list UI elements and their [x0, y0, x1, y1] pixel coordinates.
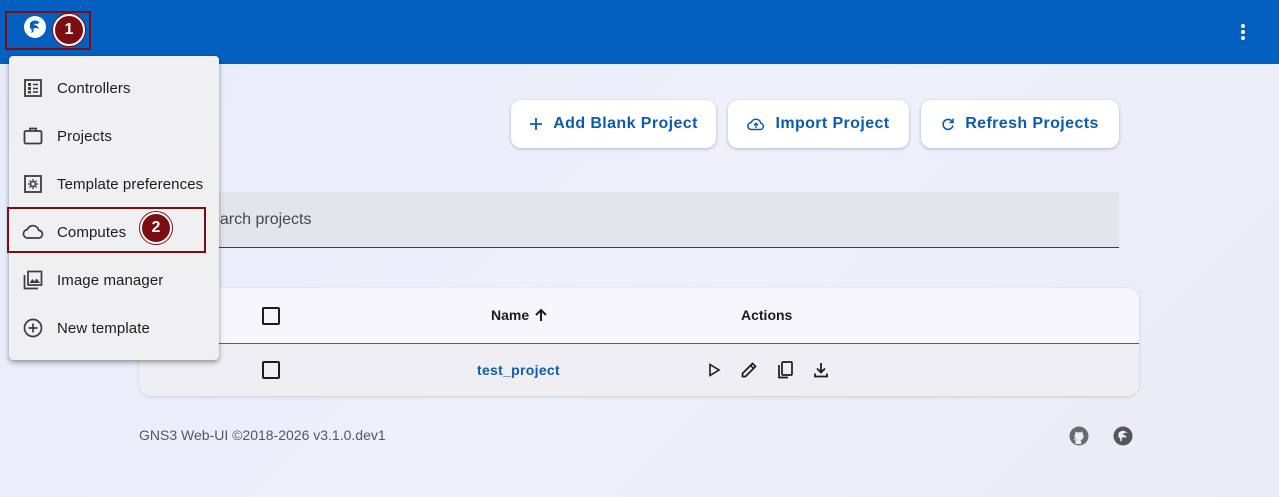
settings-box-icon: [22, 173, 44, 195]
menu-item-template-preferences[interactable]: Template preferences: [9, 160, 219, 208]
menu-item-label: Projects: [57, 127, 112, 145]
briefcase-icon: [22, 125, 44, 147]
import-project-label: Import Project: [775, 115, 890, 132]
search-placeholder: earch projects: [211, 211, 312, 228]
footer-version: GNS3 Web-UI ©2018-2026 v3.1.0.dev1: [139, 427, 386, 443]
annotation-box-2: [7, 207, 206, 253]
add-blank-project-label: Add Blank Project: [553, 115, 698, 132]
annotation-badge-1: 1: [53, 14, 85, 46]
annotation-badge-2: 2: [140, 212, 172, 244]
add-circle-icon: [22, 317, 44, 339]
project-link[interactable]: test_project: [477, 362, 560, 378]
refresh-projects-label: Refresh Projects: [965, 115, 1099, 132]
github-icon[interactable]: [1067, 424, 1091, 448]
column-header-name[interactable]: Name: [491, 307, 529, 323]
import-project-button[interactable]: Import Project: [728, 100, 909, 148]
select-all-checkbox[interactable]: [262, 307, 280, 325]
menu-item-label: Template preferences: [57, 175, 204, 193]
menu-item-controllers[interactable]: Controllers: [9, 64, 219, 112]
play-icon[interactable]: [702, 358, 726, 382]
edit-icon[interactable]: [737, 358, 761, 382]
menu-item-new-template[interactable]: New template: [9, 304, 219, 352]
menu-item-label: Controllers: [57, 79, 131, 97]
menu-item-projects[interactable]: Projects: [9, 112, 219, 160]
plus-icon: [530, 118, 543, 130]
column-header-name-label: Name: [491, 307, 530, 323]
refresh-icon: [942, 118, 955, 131]
row-checkbox[interactable]: [262, 361, 280, 379]
column-header-actions: Actions: [741, 307, 793, 323]
cloud-upload-icon: [747, 118, 765, 131]
projects-table: [139, 288, 1139, 396]
more-vert-icon[interactable]: [1231, 20, 1255, 44]
images-icon: [22, 269, 44, 291]
sort-arrow-up-icon: [533, 307, 549, 323]
menu-item-label: New template: [57, 319, 150, 337]
duplicate-icon[interactable]: [773, 358, 797, 382]
download-icon[interactable]: [809, 358, 833, 382]
top-toolbar: [0, 0, 1279, 64]
table-header-divider: [139, 343, 1139, 344]
menu-item-label: Image manager: [57, 271, 164, 289]
menu-item-image-manager[interactable]: Image manager: [9, 256, 219, 304]
gns3-logo-icon[interactable]: [1111, 424, 1135, 448]
table-row: [139, 344, 1139, 396]
refresh-projects-button[interactable]: Refresh Projects: [921, 100, 1119, 148]
add-blank-project-button[interactable]: Add Blank Project: [511, 100, 716, 148]
controllers-icon: [22, 77, 44, 99]
